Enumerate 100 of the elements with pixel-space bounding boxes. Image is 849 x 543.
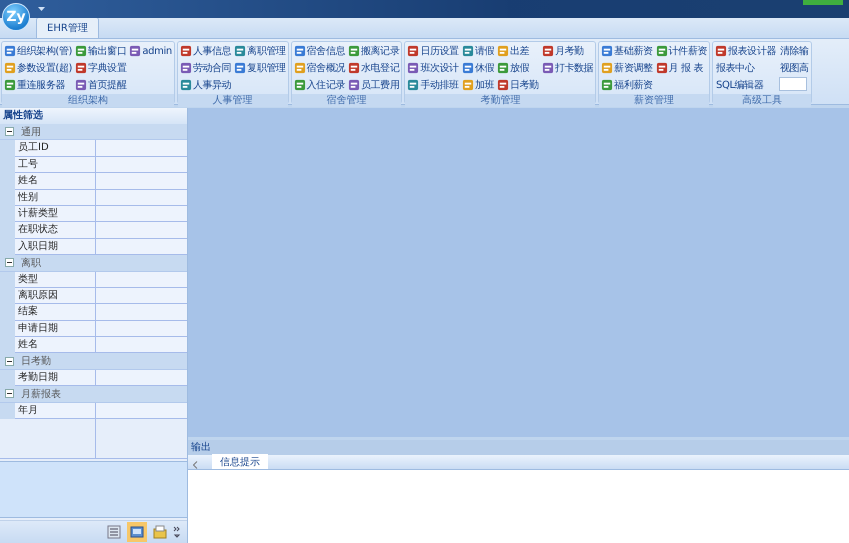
panel-title: 属性筛选	[0, 108, 187, 124]
category-label: 月薪报表	[21, 388, 61, 401]
ribbon-item[interactable]: 入住记录	[294, 77, 345, 93]
property-name: 考勤日期	[15, 370, 96, 386]
tile-icon	[407, 45, 420, 57]
ribbon-item[interactable]: 日历设置	[407, 43, 459, 59]
property-name: 在职状态	[15, 222, 96, 238]
collapse-icon[interactable]	[5, 127, 14, 136]
category-label: 日考勤	[21, 354, 51, 368]
tile-icon	[4, 79, 16, 91]
ribbon-item[interactable]: 人事异动	[180, 77, 232, 93]
group-title: 宿舍管理	[292, 94, 402, 107]
tile-icon	[601, 79, 614, 91]
ribbon-item[interactable]: 加班	[462, 77, 494, 93]
tile-icon	[656, 45, 668, 57]
tile-icon	[294, 45, 306, 57]
chevron-icon[interactable]	[173, 526, 181, 538]
tile-icon	[348, 79, 360, 91]
property-name: 结案	[15, 304, 96, 320]
ribbon-item[interactable]: 输出窗口	[75, 43, 126, 59]
input-field[interactable]	[779, 77, 808, 91]
tile-icon	[497, 45, 509, 57]
ribbon-item[interactable]: 参数设置(超)	[4, 60, 72, 76]
ribbon-item[interactable]: 报表设计器	[715, 43, 776, 59]
ribbon-item[interactable]: 宿舍信息	[294, 43, 345, 59]
tile-icon	[407, 79, 420, 91]
collapse-icon[interactable]	[5, 356, 14, 366]
ribbon-item[interactable]: 打卡数据	[542, 60, 594, 76]
ribbon-item[interactable]: 休假	[462, 60, 494, 76]
monitor-icon	[130, 525, 144, 539]
tile-icon	[542, 45, 554, 57]
property-name: 性别	[15, 190, 96, 205]
property-name: 计薪类型	[15, 206, 96, 222]
tile-icon	[75, 79, 88, 91]
tile-icon	[497, 79, 509, 91]
group-title: 考勤管理	[405, 94, 596, 107]
ribbon-item[interactable]: 首页提醒	[75, 77, 126, 93]
tile-icon	[715, 45, 728, 57]
ribbon-item[interactable]: 复职管理	[234, 60, 286, 76]
ribbon-item[interactable]: 水电登记	[348, 60, 400, 76]
ribbon-item[interactable]: 员工费用	[348, 77, 400, 93]
ribbon-item[interactable]: 薪资调整	[601, 60, 653, 76]
tile-icon	[348, 62, 360, 74]
tile-icon	[656, 62, 668, 74]
tile-icon	[294, 62, 306, 74]
ribbon-item[interactable]: 手动排班	[407, 77, 459, 93]
ribbon-item[interactable]: 月考勤	[542, 43, 594, 59]
ribbon-item[interactable]: 报表中心	[715, 60, 776, 76]
ribbon-item[interactable]: 请假	[462, 43, 494, 59]
tile-icon	[4, 45, 16, 57]
folder-icon[interactable]	[153, 525, 167, 539]
tile-icon	[542, 62, 554, 74]
dropdown-arrow-icon[interactable]	[38, 7, 45, 11]
ribbon-item[interactable]: 出差	[497, 43, 539, 59]
ribbon-item[interactable]: 清除输	[779, 43, 809, 59]
window-tool-button[interactable]	[127, 522, 147, 542]
ribbon-item[interactable]: 搬离记录	[348, 43, 400, 59]
property-name: 姓名	[15, 337, 96, 352]
ribbon-item[interactable]: 宿舍概况	[294, 60, 345, 76]
ribbon-item[interactable]: 重连服务器	[4, 77, 72, 93]
group-title: 组织架构	[2, 94, 174, 107]
tile-icon	[180, 62, 192, 74]
property-name: 入职日期	[15, 238, 96, 254]
ribbon-item[interactable]: 基础薪资	[601, 43, 653, 59]
property-name: 姓名	[15, 173, 96, 189]
output-tab[interactable]: 信息提示	[212, 454, 268, 469]
property-name: 年月	[15, 402, 96, 418]
collapse-icon[interactable]	[5, 389, 14, 398]
ribbon-item[interactable]: 人事信息	[180, 43, 232, 59]
ribbon-item[interactable]: 班次设计	[407, 60, 459, 76]
tile-icon	[180, 79, 192, 91]
ribbon-item[interactable]: 日考勤	[497, 77, 539, 93]
tile-icon	[75, 62, 88, 74]
category-label: 离职	[21, 256, 41, 270]
tile-icon	[75, 45, 88, 57]
ribbon-item[interactable]: 计件薪资	[656, 43, 708, 59]
tile-icon	[4, 62, 16, 74]
ribbon-item[interactable]: 月 报 表	[656, 60, 708, 76]
property-name: 申请日期	[15, 320, 96, 336]
tile-icon	[348, 45, 360, 57]
ribbon-item[interactable]: 福利薪资	[601, 77, 653, 93]
tile-icon	[180, 45, 192, 57]
ribbon-tab[interactable]: EHR管理	[36, 17, 99, 38]
property-name: 离职原因	[15, 288, 96, 304]
ribbon-item[interactable]: 放假	[497, 60, 539, 76]
ribbon-item[interactable]: 字典设置	[75, 60, 126, 76]
ribbon-item[interactable]: SQL编辑器	[715, 77, 776, 93]
ribbon-item[interactable]: 组织架构(管)	[4, 43, 72, 59]
tile-icon	[601, 62, 614, 74]
tile-icon	[129, 45, 142, 57]
group-title: 人事管理	[178, 94, 288, 107]
ribbon-item[interactable]: admin	[129, 43, 172, 59]
list-icon[interactable]	[107, 525, 121, 539]
collapse-icon[interactable]	[5, 258, 14, 268]
ribbon-item[interactable]: 视图高	[779, 60, 809, 76]
group-title: 高级工具	[713, 94, 811, 107]
tile-icon	[601, 45, 614, 57]
tile-icon	[462, 45, 474, 57]
ribbon-item[interactable]: 离职管理	[234, 43, 286, 59]
ribbon-item[interactable]: 劳动合同	[180, 60, 232, 76]
